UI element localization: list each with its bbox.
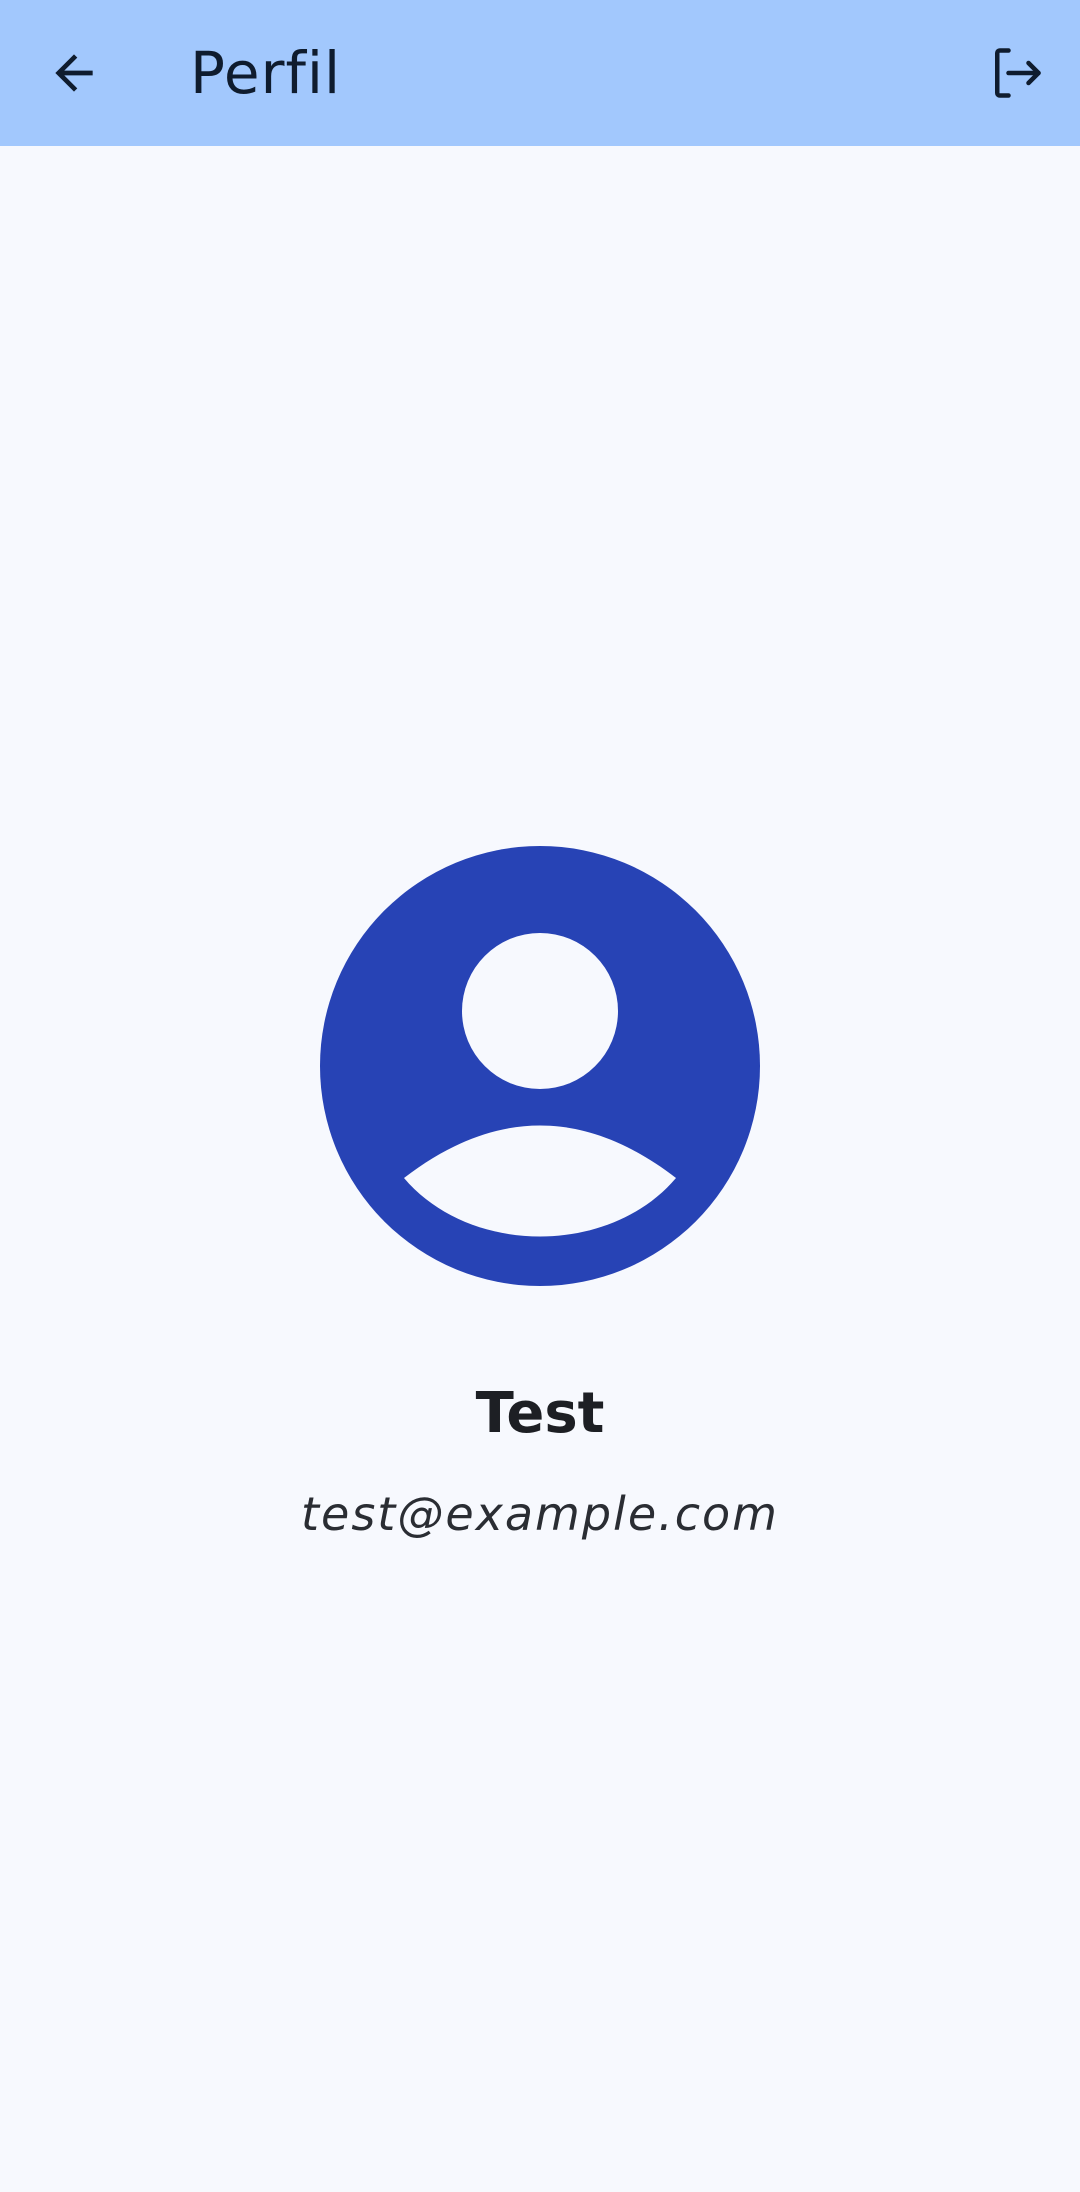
back-button[interactable] [34, 33, 114, 113]
top-app-bar: Perfil [0, 0, 1080, 146]
profile-name: Test [475, 1381, 605, 1446]
arrow-left-icon [55, 54, 93, 92]
logout-icon [995, 48, 1041, 98]
profile-email: test@example.com [300, 1487, 779, 1541]
account-circle-icon [320, 846, 760, 1286]
logout-button[interactable] [976, 33, 1056, 113]
page-title: Perfil [190, 39, 342, 107]
